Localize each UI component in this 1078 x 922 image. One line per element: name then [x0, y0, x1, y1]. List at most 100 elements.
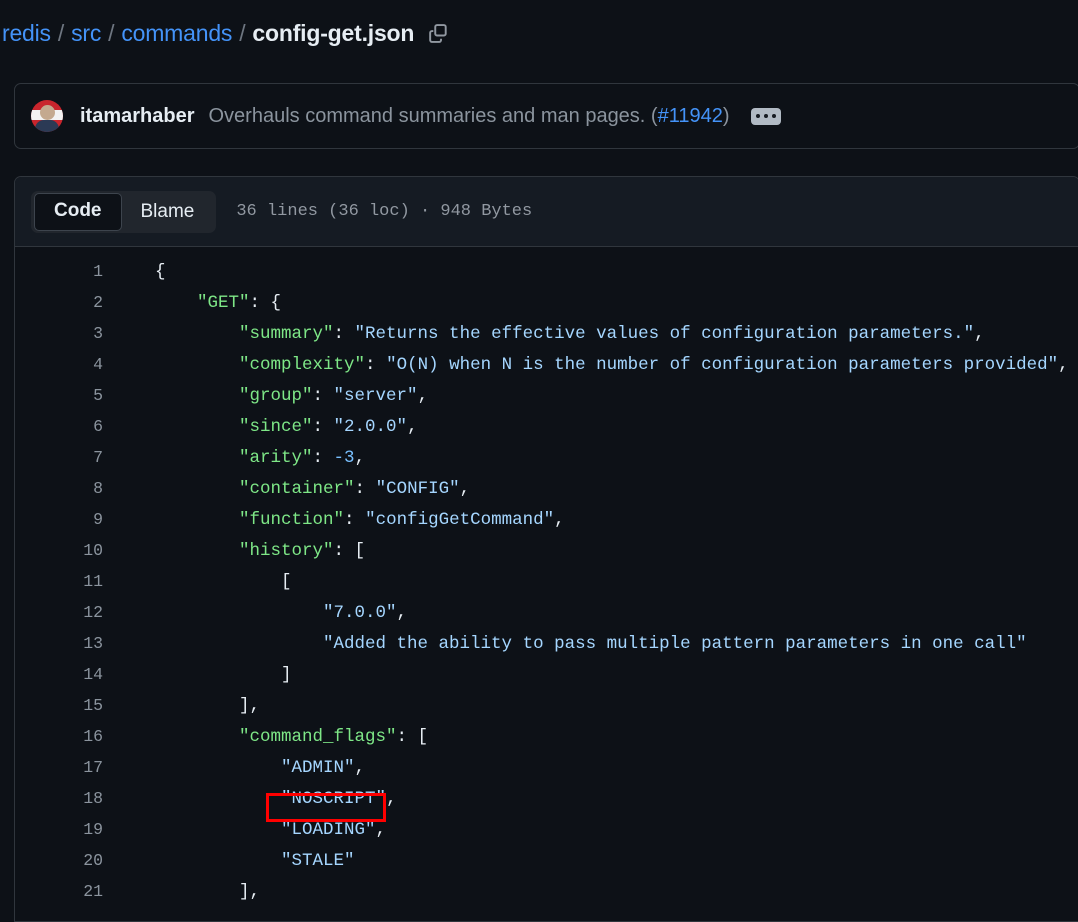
code-line: 1{: [15, 256, 1078, 287]
line-number[interactable]: 3: [15, 324, 103, 343]
kebab-dot-1: [755, 114, 760, 118]
code-line: 19 "LOADING",: [15, 814, 1078, 845]
code-line: 8 "container": "CONFIG",: [15, 473, 1078, 504]
code-token-num: -3: [333, 447, 355, 468]
line-number[interactable]: 4: [15, 355, 103, 374]
code-line: 12 "7.0.0",: [15, 597, 1078, 628]
breadcrumb-dir-commands[interactable]: commands: [121, 20, 232, 47]
code-token-key: "since": [239, 416, 313, 437]
line-number[interactable]: 2: [15, 293, 103, 312]
code-viewer: 1{2 "GET": {3 "summary": "Returns the ef…: [15, 247, 1078, 907]
code-token-punct: ,: [375, 819, 387, 840]
line-number[interactable]: 5: [15, 386, 103, 405]
code-token-punct: ],: [239, 881, 261, 902]
avatar-body: [35, 120, 59, 132]
code-token-punct: {: [155, 261, 166, 282]
code-token-punct: :: [312, 416, 334, 437]
code-line: 17 "ADMIN",: [15, 752, 1078, 783]
line-number[interactable]: 17: [15, 758, 103, 777]
code-token-punct: ,: [354, 447, 366, 468]
code-line: 3 "summary": "Returns the effective valu…: [15, 318, 1078, 349]
line-number[interactable]: 21: [15, 882, 103, 901]
code-line-content: "container": "CONFIG",: [155, 479, 470, 499]
line-number[interactable]: 8: [15, 479, 103, 498]
code-token-str: "Added the ability to pass multiple patt…: [323, 633, 1027, 654]
latest-commit-bar: itamarhaber Overhauls command summaries …: [14, 83, 1078, 149]
code-token-str: "server": [333, 385, 418, 406]
code-token-str: "configGetCommand": [365, 509, 555, 530]
kebab-menu-icon[interactable]: [750, 107, 781, 125]
code-token-str: "7.0.0": [323, 602, 397, 623]
line-number[interactable]: 16: [15, 727, 103, 746]
code-line-content: "function": "configGetCommand",: [155, 510, 565, 530]
code-token-punct: :: [312, 385, 334, 406]
code-line: 16 "command_flags": [: [15, 721, 1078, 752]
code-line-content: "complexity": "O(N) when N is the number…: [155, 355, 1069, 375]
line-number[interactable]: 20: [15, 851, 103, 870]
copy-path-icon[interactable]: [427, 22, 449, 44]
code-line: 2 "GET": {: [15, 287, 1078, 318]
breadcrumb-file-name: config-get.json: [252, 19, 415, 46]
code-token-str: "STALE": [281, 850, 355, 871]
code-token-punct: [: [281, 571, 292, 592]
code-token-punct: ,: [407, 416, 418, 437]
code-line-content: "since": "2.0.0",: [155, 417, 418, 437]
code-line-content: ],: [155, 882, 260, 902]
code-token-punct: :: [312, 447, 334, 468]
tab-blame[interactable]: Blame: [122, 194, 214, 230]
code-token-punct: ,: [396, 602, 408, 623]
code-token-punct: ,: [417, 385, 429, 406]
code-token-str: "O(N) when N is the number of configurat…: [386, 354, 1059, 375]
code-line: 6 "since": "2.0.0",: [15, 411, 1078, 442]
code-line-content: [: [155, 572, 292, 592]
code-line-content: "summary": "Returns the effective values…: [155, 324, 985, 344]
code-token-key: "function": [239, 509, 345, 530]
line-number[interactable]: 7: [15, 448, 103, 467]
code-line-content: {: [155, 262, 166, 282]
code-line-content: "LOADING",: [155, 820, 386, 840]
line-number[interactable]: 13: [15, 634, 103, 653]
code-line: 13 "Added the ability to pass multiple p…: [15, 628, 1078, 659]
line-number[interactable]: 11: [15, 572, 103, 591]
file-panel: Code Blame 36 lines (36 loc) · 948 Bytes…: [14, 176, 1078, 922]
breadcrumb-separator-2: /: [108, 19, 115, 46]
commit-author[interactable]: itamarhaber: [80, 105, 195, 128]
code-token-punct: :: [344, 509, 366, 530]
breadcrumb-separator-3: /: [239, 19, 246, 46]
code-blame-toggle: Code Blame: [31, 190, 217, 233]
code-token-punct: ,: [554, 509, 565, 530]
line-number[interactable]: 12: [15, 603, 103, 622]
code-token-punct: : [: [396, 726, 429, 747]
tab-code[interactable]: Code: [34, 192, 122, 231]
code-line-content: "Added the ability to pass multiple patt…: [155, 634, 1027, 654]
commit-pr-link[interactable]: #11942: [658, 105, 723, 127]
commit-message-suffix: ): [722, 104, 730, 127]
code-token-str: "Returns the effective values of configu…: [354, 323, 975, 344]
code-line: 11 [: [15, 566, 1078, 597]
line-number[interactable]: 15: [15, 696, 103, 715]
code-token-punct: ,: [354, 757, 366, 778]
kebab-dot-3: [771, 114, 776, 118]
line-number[interactable]: 6: [15, 417, 103, 436]
line-number[interactable]: 14: [15, 665, 103, 684]
code-token-str: "NOSCRIPT": [281, 788, 387, 809]
breadcrumb-repo[interactable]: redis: [2, 20, 51, 47]
line-number[interactable]: 19: [15, 820, 103, 839]
line-number[interactable]: 9: [15, 510, 103, 529]
code-token-punct: ],: [239, 695, 261, 716]
commit-message: Overhauls command summaries and man page…: [209, 105, 730, 128]
kebab-dot-2: [763, 114, 768, 118]
line-number[interactable]: 10: [15, 541, 103, 560]
code-token-punct: ,: [974, 323, 985, 344]
code-line: 7 "arity": -3,: [15, 442, 1078, 473]
code-token-punct: ]: [281, 664, 292, 685]
code-line: 21 ],: [15, 876, 1078, 907]
line-number[interactable]: 1: [15, 262, 103, 281]
code-token-key: "complexity": [239, 354, 366, 375]
code-token-key: "group": [239, 385, 313, 406]
code-token-punct: ,: [1058, 354, 1069, 375]
line-number[interactable]: 18: [15, 789, 103, 808]
breadcrumb-dir-src[interactable]: src: [71, 20, 101, 47]
avatar[interactable]: [31, 100, 63, 132]
code-line-content: "command_flags": [: [155, 727, 428, 747]
